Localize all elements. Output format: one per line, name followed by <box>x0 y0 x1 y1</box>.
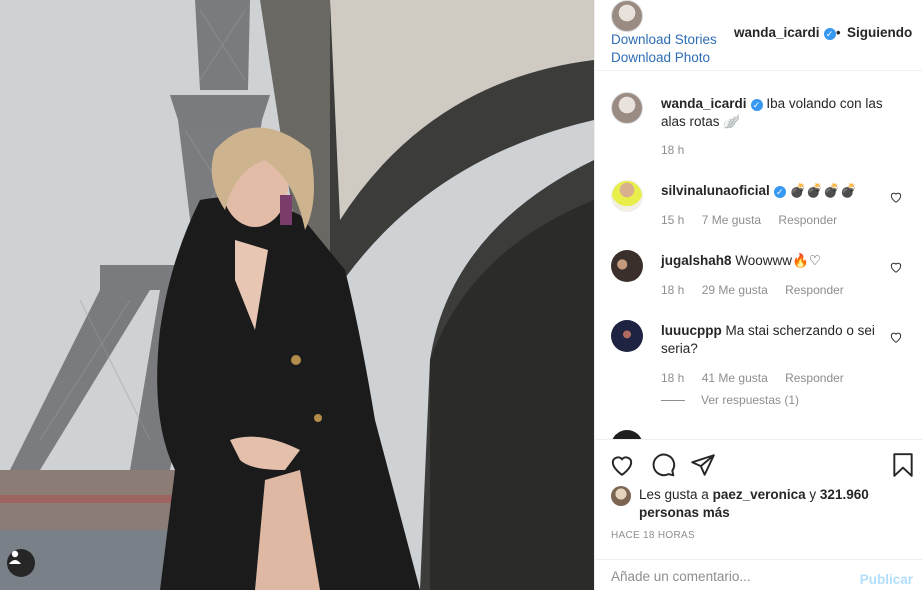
caption-avatar[interactable] <box>611 92 643 124</box>
comment-body: Woowww🔥♡ <box>735 253 821 268</box>
comment-meta: 15 h 7 Me gusta Responder <box>661 213 851 227</box>
comment-username[interactable]: luuucppp <box>661 323 722 338</box>
heart-icon[interactable] <box>609 452 635 478</box>
verified-badge-icon: ✓ <box>823 28 836 40</box>
comment-input[interactable] <box>611 566 841 586</box>
comment-username[interactable]: silvinalunaoficial <box>661 183 770 198</box>
follow-status-button[interactable]: Siguiendo <box>847 25 912 40</box>
view-replies-label: Ver respuestas (1) <box>701 393 800 407</box>
reply-button[interactable]: Responder <box>785 283 844 297</box>
caption-text: wanda_icardi ✓ Iba volando con las alas r… <box>661 95 886 131</box>
verified-badge-icon: ✓ <box>750 99 763 111</box>
comment-like-icon[interactable] <box>889 260 903 274</box>
comment-text: silvinalunaoficial ✓ 💣💣💣💣 <box>661 182 881 200</box>
bookmark-icon[interactable] <box>890 452 916 478</box>
liker-avatar[interactable] <box>611 486 631 506</box>
comment-avatar[interactable] <box>611 430 643 439</box>
comment-body: 💣💣💣💣 <box>789 183 857 198</box>
comments-list[interactable]: wanda_icardi ✓ Iba volando con las alas r… <box>595 72 922 439</box>
view-replies-button[interactable]: Ver respuestas (1) <box>661 393 799 407</box>
comment-meta: 18 h 41 Me gusta Responder <box>661 371 858 385</box>
user-tag-icon[interactable] <box>7 549 35 577</box>
verified-badge-icon: ✓ <box>773 186 786 198</box>
comment-time: 18 h <box>661 283 685 297</box>
comment-time: 15 h <box>661 213 685 227</box>
comment-like-icon[interactable] <box>889 190 903 204</box>
likes-conjunction: y <box>809 487 817 502</box>
likes-text: Les gusta a paez_veronica y 321.960 pers… <box>639 486 899 522</box>
liker-username[interactable]: paez_veronica <box>713 487 806 502</box>
share-icon[interactable] <box>690 452 716 478</box>
comment-meta: 18 h 29 Me gusta Responder <box>661 283 858 297</box>
caption-meta: 18 h <box>661 143 698 157</box>
comment-like-icon[interactable] <box>889 330 903 344</box>
add-comment-bar: Publicar <box>595 559 922 590</box>
photo-scene <box>0 0 594 590</box>
author-username[interactable]: wanda_icardi ✓ <box>734 25 836 40</box>
publish-button[interactable]: Publicar <box>860 572 913 587</box>
post-timestamp[interactable]: HACE 18 HORAS <box>611 530 695 541</box>
reply-button[interactable]: Responder <box>778 213 837 227</box>
download-photo-link[interactable]: Download Photo <box>611 50 710 65</box>
replies-divider <box>661 400 685 402</box>
caption-username[interactable]: wanda_icardi <box>661 96 747 111</box>
download-stories-link[interactable]: Download Stories <box>611 32 717 47</box>
post-side-panel: Download Stories Download Photo wanda_ic… <box>594 0 922 590</box>
post-photo[interactable] <box>0 0 594 590</box>
comment-likes[interactable]: 29 Me gusta <box>702 283 768 297</box>
author-username-text: wanda_icardi <box>734 25 820 40</box>
header-separator: • <box>836 25 841 40</box>
comment-avatar[interactable] <box>611 180 643 212</box>
comment-likes[interactable]: 41 Me gusta <box>702 371 768 385</box>
caption-time: 18 h <box>661 143 685 157</box>
comment-username[interactable]: jugalshah8 <box>661 253 732 268</box>
post-header: Download Stories Download Photo wanda_ic… <box>595 0 922 71</box>
user-tag-glyph <box>9 550 21 564</box>
reply-button[interactable]: Responder <box>785 371 844 385</box>
likes-prefix: Les gusta a <box>639 487 709 502</box>
post-actions: Les gusta a paez_veronica y 321.960 pers… <box>595 439 922 559</box>
comment-text: luuucppp Ma stai scherzando o sei seria? <box>661 322 881 358</box>
comment-avatar[interactable] <box>611 250 643 282</box>
comment-avatar[interactable] <box>611 320 643 352</box>
comment-icon[interactable] <box>650 452 676 478</box>
author-avatar[interactable] <box>611 0 643 32</box>
comment-time: 18 h <box>661 371 685 385</box>
comment-likes[interactable]: 7 Me gusta <box>702 213 761 227</box>
comment-text: jugalshah8 Woowww🔥♡ <box>661 252 881 270</box>
